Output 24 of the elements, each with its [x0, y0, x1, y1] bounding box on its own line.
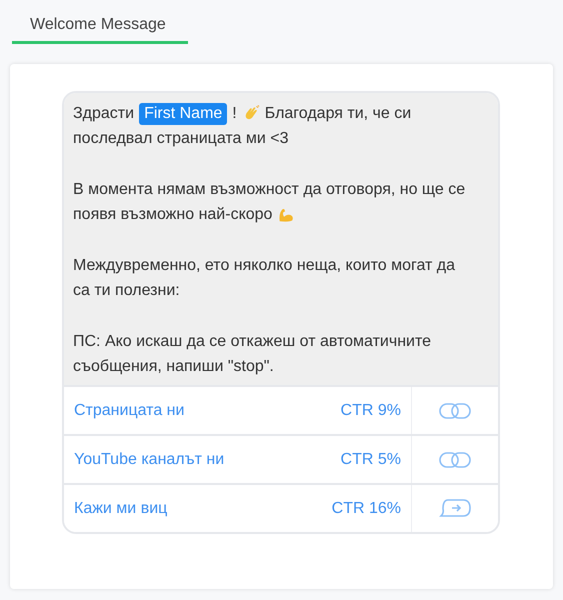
button-label: YouTube каналът ни — [73, 450, 226, 468]
tab[interactable]: Welcome Message — [12, 14, 188, 44]
message-button[interactable]: Страницата ни CTR 9% — [64, 385, 498, 434]
message-text: Здрасти — [73, 104, 134, 124]
ctr-value: CTR 9% — [340, 402, 402, 420]
message-button[interactable]: Кажи ми виц CTR 16% — [64, 483, 498, 532]
message-button[interactable]: YouTube каналът ни CTR 5% — [64, 434, 498, 483]
message-text: появя възможно най-скоро — [73, 205, 272, 225]
link-icon — [438, 400, 472, 420]
variable-tag: First Name — [139, 102, 228, 124]
message-text: ПС: Ако искаш да се откажеш от автоматичните — [73, 332, 432, 352]
button-label: Кажи ми виц — [73, 500, 168, 518]
message-text: В момента нямам възможност да отговоря, но ще се — [73, 180, 466, 200]
reply-bubble-icon — [438, 498, 472, 520]
ctr-value: CTR 16% — [332, 500, 402, 518]
link-icon — [438, 450, 472, 470]
message-text: са ти полезни: — [73, 281, 180, 301]
message-text: съобщения, напиши "stop". — [73, 357, 274, 377]
ctr-value: CTR 5% — [340, 450, 402, 468]
button-label: Страницата ни — [73, 402, 186, 420]
message-text: последвал страницата ми <3 — [73, 129, 289, 149]
message-text: Междувременно, ето няколко неща, които могат да — [73, 256, 455, 276]
message-text: ! — [232, 104, 237, 124]
message-text: Благодаря ти, че си — [264, 104, 412, 124]
